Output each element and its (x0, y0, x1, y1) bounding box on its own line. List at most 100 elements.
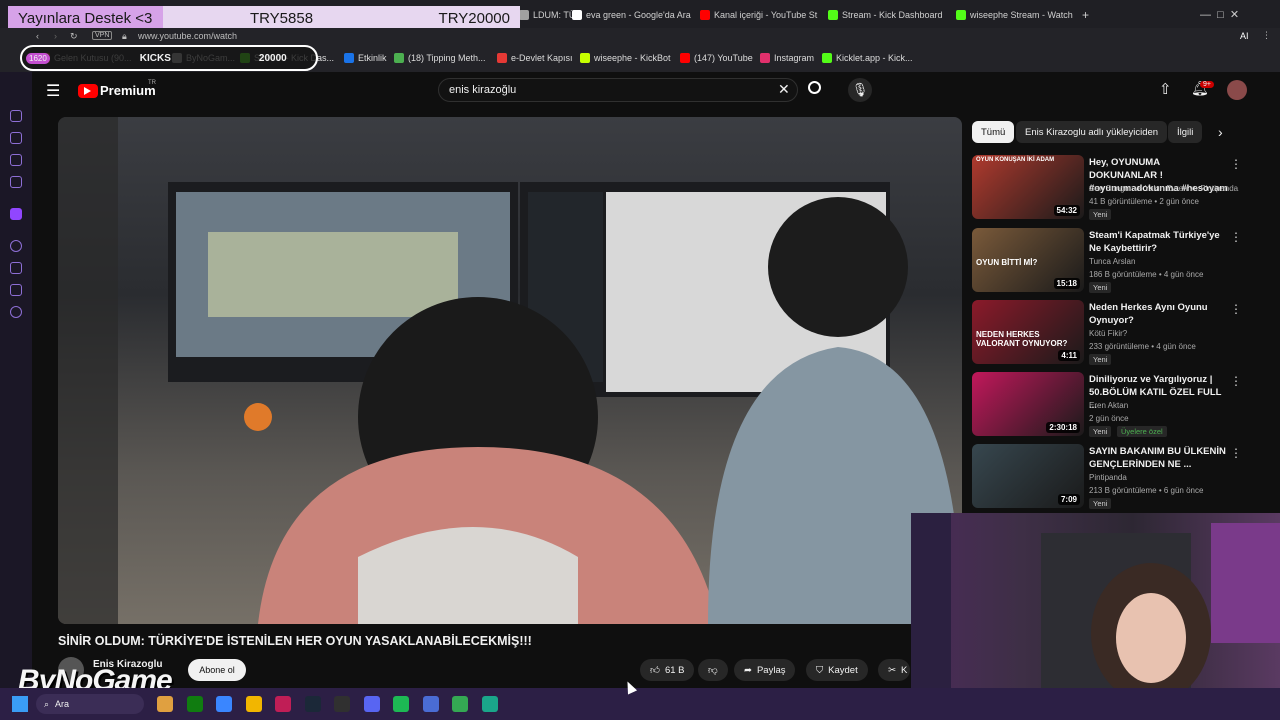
bookmark-item[interactable]: Instagram (760, 53, 814, 63)
browser-tab[interactable]: Stream - Kick Dashboard (828, 7, 948, 23)
related-video-item[interactable]: OYUN BİTTİ Mİ? 15:18 Steam'i Kapatmak Türk… (972, 228, 1252, 293)
xbox-taskbar-icon[interactable] (186, 696, 203, 712)
more-options-icon[interactable]: ⋮ (1230, 374, 1242, 388)
video-thumbnail[interactable]: 2:30:18 (972, 372, 1084, 436)
bookmark-favicon-icon (760, 53, 770, 63)
browser-tab[interactable]: Kanal içeriği - YouTube St (700, 7, 820, 23)
bookmark-item[interactable]: (18) Tipping Meth... (394, 53, 486, 63)
chrome-taskbar-icon[interactable] (452, 696, 468, 712)
vpn-badge[interactable]: VPN (92, 31, 113, 40)
steam-taskbar-icon[interactable] (304, 696, 321, 712)
bookmark-label: e-Devlet Kapısı (511, 53, 573, 63)
sidebar-icon-1[interactable] (10, 110, 22, 122)
chevron-right-icon[interactable]: › (1218, 124, 1223, 140)
reload-icon[interactable]: ↻ (70, 31, 78, 42)
play-triangle-icon (84, 87, 91, 95)
video-meta: 41 B görüntüleme • 2 gün önce (1089, 197, 1199, 206)
browser-tab[interactable]: eva green - Google'da Ara (572, 7, 692, 23)
video-thumbnail[interactable]: NEDEN HERKES VALORANT OYNUYOR? 4:11 (972, 300, 1084, 364)
channel-name: Tunca Arslan (1089, 257, 1136, 266)
search-icon[interactable] (808, 81, 821, 94)
like-button[interactable]: 👍︎ 61 B (640, 659, 695, 681)
video-title: Steam'i Kapatmak Türkiye'ye Ne Kaybettir… (1089, 230, 1220, 254)
sidebar-icon-2[interactable] (10, 132, 22, 144)
thumbnail-text: OYUN KONUŞAN İKİ ADAM (976, 157, 1055, 163)
clear-search-icon[interactable]: ✕ (778, 81, 790, 98)
copilot-taskbar-icon[interactable] (216, 696, 232, 712)
thumbnail-text: OYUN BİTTİ Mİ? (976, 258, 1038, 267)
more-options-icon[interactable]: ⋮ (1230, 230, 1242, 244)
video-thumbnail[interactable]: 7:09 (972, 444, 1084, 508)
bookmark-item[interactable]: e-Devlet Kapısı (497, 53, 573, 63)
app-taskbar-icon[interactable] (422, 696, 439, 712)
more-options-icon[interactable]: ⋮ (1230, 446, 1242, 460)
bookmark-item[interactable]: (147) YouTube (680, 53, 753, 63)
search-input[interactable]: enis kirazoğlu (438, 78, 798, 102)
related-video-item[interactable]: OYUN KONUŞAN İKİ ADAM 54:32 Hey, OYUNUMA D… (972, 155, 1252, 220)
more-options-icon[interactable]: ⋮ (1230, 157, 1242, 171)
new-badge: Yeni (1089, 498, 1112, 509)
sidebar-icon-6[interactable] (10, 240, 22, 252)
video-meta: 186 B görüntüleme • 4 gün önce (1089, 270, 1204, 279)
bookmark-label: (147) YouTube (694, 53, 753, 63)
browser-tab[interactable]: wiseephe Stream - Watch (956, 7, 1076, 23)
bookmark-item[interactable]: Kicklet.app - Kick... (822, 53, 913, 63)
upload-icon[interactable]: ⇧ (1159, 80, 1172, 98)
sidebar-icon-8[interactable] (10, 284, 22, 296)
sidebar-icon-4[interactable] (10, 176, 22, 188)
forward-icon[interactable]: › (54, 31, 57, 41)
url-text[interactable]: www.youtube.com/watch (138, 31, 237, 41)
related-video-item[interactable]: NEDEN HERKES VALORANT OYNUYOR? 4:11 Neden … (972, 300, 1252, 365)
discord-taskbar-icon[interactable] (363, 696, 380, 712)
webcam-overlay (911, 513, 1280, 688)
bookmark-label: (18) Tipping Meth... (408, 53, 486, 63)
menu-icon[interactable]: ⋮ (1262, 30, 1271, 41)
kicks-label: KICKS (139, 52, 171, 64)
obs-taskbar-icon[interactable] (334, 696, 350, 712)
video-thumbnail[interactable]: OYUN KONUŞAN İKİ ADAM 54:32 (972, 155, 1084, 219)
video-title: SİNİR OLDUM: TÜRKİYE'DE İSTENİLEN HER OY… (58, 634, 532, 648)
save-button[interactable]: ⛉ Kaydet (806, 659, 868, 681)
bookmark-item[interactable]: wiseephe - KickBot (580, 53, 671, 63)
clip-button[interactable]: ✂ K (878, 659, 910, 681)
related-video-item[interactable]: 7:09 SAYIN BAKANIM BU ÜLKENİN GENÇLERİNDE… (972, 444, 1252, 509)
app2-taskbar-icon[interactable] (481, 696, 498, 712)
microphone-icon[interactable]: 🎙︎ (848, 78, 872, 102)
bookmark-item[interactable]: Etkinlik (344, 53, 387, 63)
video-thumbnail[interactable]: OYUN BİTTİ Mİ? 15:18 (972, 228, 1084, 292)
bookmark-label: Kicklet.app - Kick... (836, 53, 913, 63)
food-taskbar-icon[interactable] (157, 696, 173, 712)
more-options-icon[interactable]: ⋮ (1230, 302, 1242, 316)
sidebar-icon-7[interactable] (10, 262, 22, 274)
windows-start-icon[interactable] (12, 696, 28, 712)
chip-all[interactable]: Tümü (972, 121, 1015, 143)
video-player[interactable] (58, 117, 962, 624)
notifications-badge: 9+ (1200, 81, 1214, 88)
related-video-item[interactable]: 2:30:18 Diniliyoruz ve Yargılıyoruz | 50.… (972, 372, 1252, 437)
video-frame (58, 117, 962, 624)
new-tab-button[interactable]: + (1082, 7, 1089, 23)
avatar[interactable] (1227, 80, 1247, 100)
twitch-icon[interactable] (10, 208, 22, 220)
spotify-taskbar-icon[interactable] (393, 696, 409, 712)
files-taskbar-icon[interactable] (245, 696, 262, 712)
settings-icon[interactable] (10, 306, 22, 318)
channel-name: Can Sungur ve Yakın Evren ve Pintipanda.… (1089, 184, 1239, 193)
ai-button[interactable]: AI (1240, 31, 1249, 41)
new-badge: Yeni (1089, 282, 1112, 293)
chip-related[interactable]: İlgili (1168, 121, 1203, 143)
video-duration: 4:11 (1058, 350, 1080, 361)
dislike-button[interactable]: 👎︎ (698, 659, 728, 681)
chip-uploader[interactable]: Enis Kirazoglu adlı yükleyiciden (1016, 121, 1168, 143)
opera-gx-taskbar-icon[interactable] (275, 696, 291, 712)
hamburger-menu-icon[interactable]: ☰ (46, 81, 60, 101)
subscribe-button[interactable]: Abone ol (188, 659, 246, 681)
thumbnail-text: NEDEN HERKES VALORANT OYNUYOR? (976, 330, 1068, 348)
taskbar-search[interactable]: ⌕ Ara (36, 694, 144, 714)
bookmark-label: Etkinlik (358, 53, 387, 63)
share-button[interactable]: ➦ Paylaş (734, 659, 796, 681)
donation-current: TRY5858 (249, 9, 314, 27)
sidebar-icon-3[interactable] (10, 154, 22, 166)
window-controls[interactable]: — □ ✕ (1200, 8, 1239, 21)
back-icon[interactable]: ‹ (36, 31, 39, 41)
